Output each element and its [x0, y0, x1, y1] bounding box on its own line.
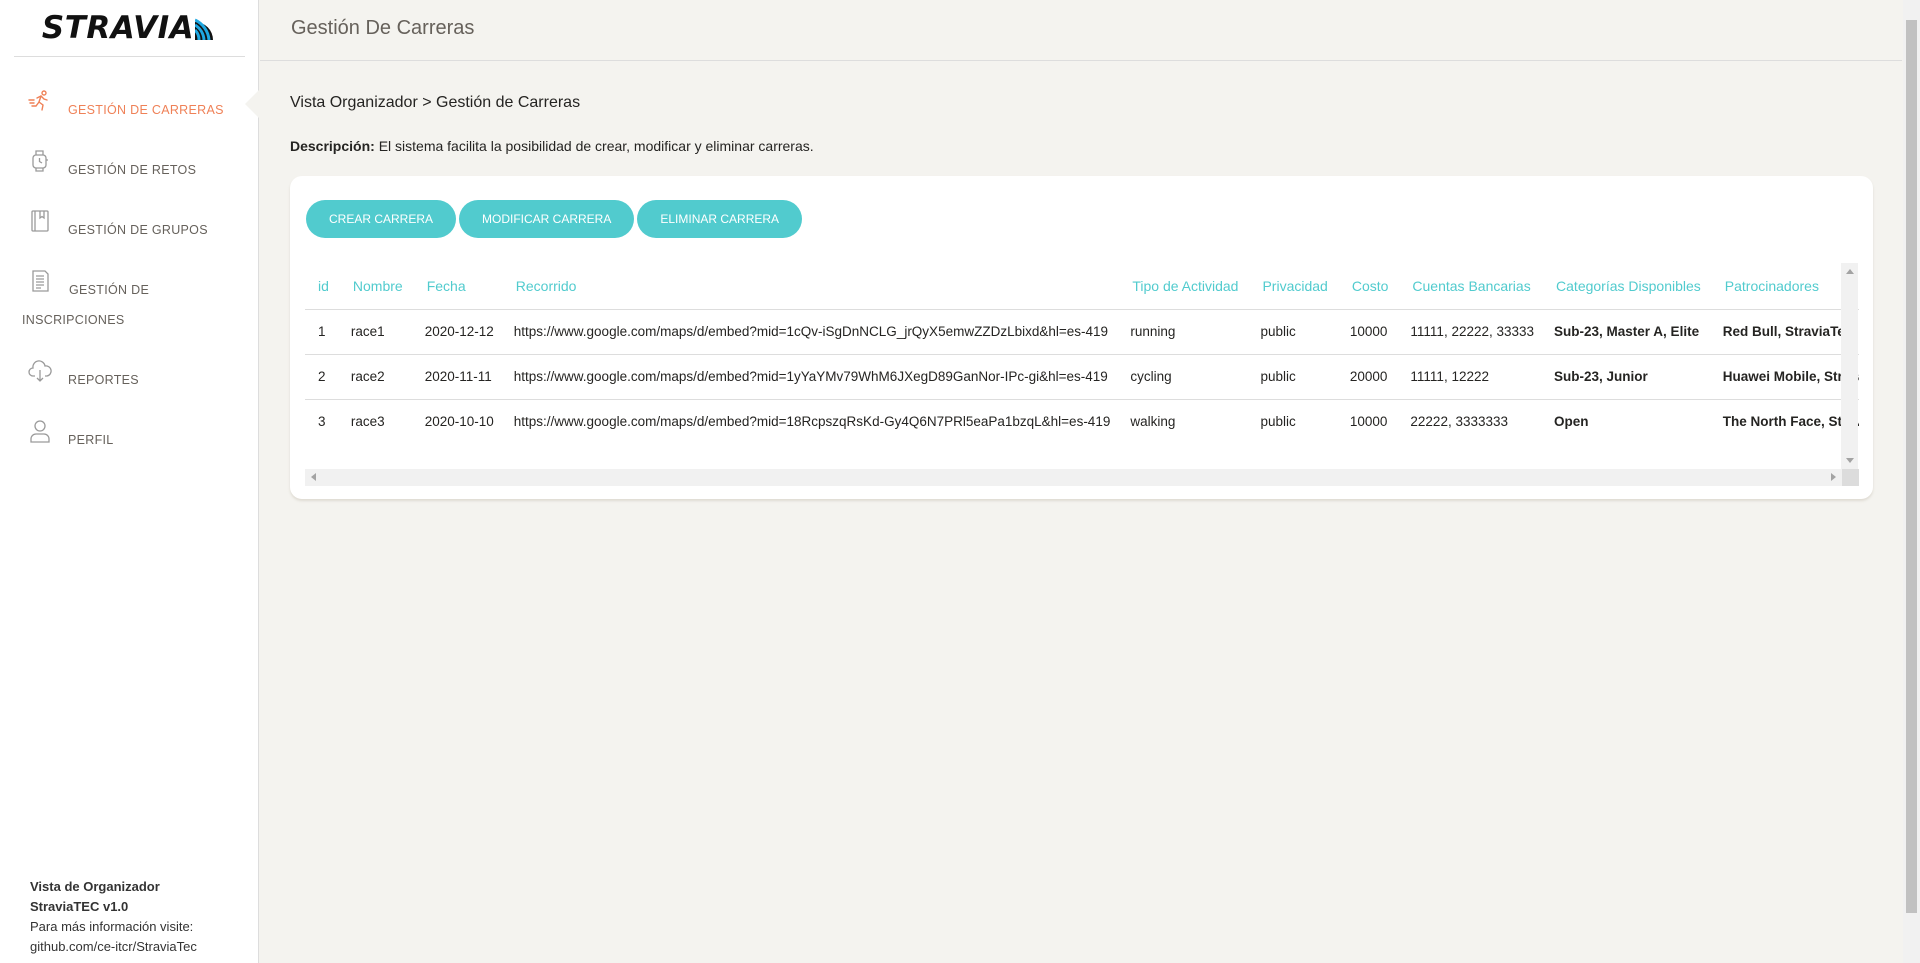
races-card: Crear Carrera Modificar Carrera Eliminar…	[290, 176, 1873, 499]
cell-categorias: Open	[1554, 414, 1589, 430]
sidebar-item-label: Perfil	[68, 433, 114, 447]
cell-privacidad: public	[1260, 414, 1296, 430]
sidebar-item-label: Reportes	[68, 373, 139, 387]
user-icon	[30, 420, 50, 443]
book-icon	[31, 210, 49, 232]
table-row[interactable]: 2 race2 2020-11-11 https://www.google.co…	[305, 354, 1859, 400]
sidebar-item-inscripciones[interactable]: Gestión de Inscripciones	[0, 250, 259, 340]
footer-view-label: Vista de Organizador	[30, 879, 160, 894]
column-header-costo[interactable]: Costo	[1339, 263, 1401, 310]
cell-tipo-actividad: running	[1120, 309, 1251, 355]
column-header-nombre[interactable]: Nombre	[340, 263, 415, 310]
sidebar-item-carreras[interactable]: Gestión de Carreras	[0, 70, 260, 130]
cell-id: 2	[305, 354, 341, 400]
footer-repo-link[interactable]: github.com/ce-itcr/StraviaTec	[30, 937, 197, 957]
cell-cuentas: 11111, 12222	[1400, 354, 1545, 400]
scroll-right-arrow-icon[interactable]	[1831, 473, 1836, 481]
table-horizontal-scrollbar[interactable]	[305, 469, 1842, 486]
column-header-patrocinadores[interactable]: Patrocinadores	[1712, 263, 1859, 310]
cell-id: 3	[318, 414, 326, 430]
scrollbar-corner	[1842, 469, 1859, 486]
watch-icon	[32, 150, 48, 172]
cell-costo: 20000	[1339, 354, 1401, 400]
table-header-row: id Nombre Fecha Recorrido Tipo de Activi…	[305, 263, 1859, 310]
sidebar-item-grupos[interactable]: Gestión de Grupos	[0, 190, 259, 250]
sidebar-item-label: Gestión de Inscripciones	[22, 250, 222, 335]
column-header-id[interactable]: id	[305, 263, 341, 310]
description-text: El sistema facilita la posibilidad de cr…	[374, 138, 814, 154]
sidebar-item-label: Gestión de Retos	[68, 163, 197, 177]
column-header-fecha[interactable]: Fecha	[414, 263, 504, 310]
cell-fecha: 2020-11-11	[414, 354, 504, 400]
action-buttons: Crear Carrera Modificar Carrera Eliminar…	[306, 200, 803, 238]
cell-patrocinadores: Red Bull, StraviaTec	[1712, 309, 1859, 355]
cell-cuentas: 22222, 3333333	[1410, 414, 1509, 430]
column-header-cuentas-bancarias[interactable]: Cuentas Bancarias	[1400, 263, 1545, 310]
runner-icon	[28, 90, 48, 111]
cell-categorias: Sub-23, Master A, Elite	[1544, 309, 1713, 355]
modify-race-button[interactable]: Modificar Carrera	[459, 200, 635, 238]
cell-patrocinadores: Huawei Mobile, Strava	[1712, 354, 1859, 400]
cell-cuentas: 11111, 22222, 33333	[1400, 309, 1545, 355]
cell-recorrido: https://www.google.com/maps/d/embed?mid=…	[513, 414, 1111, 430]
cell-patrocinadores: The North Face, Strava, StraviaTec	[1722, 414, 1859, 430]
races-table: id Nombre Fecha Recorrido Tipo de Activi…	[305, 263, 1859, 444]
sidebar-footer: Vista de Organizador StraviaTEC v1.0 Par…	[30, 877, 197, 957]
scroll-up-arrow-icon[interactable]	[1846, 269, 1854, 274]
column-header-privacidad[interactable]: Privacidad	[1250, 263, 1340, 310]
cell-tipo-actividad: walking	[1130, 414, 1176, 430]
sidebar-item-label-line2: Inscripciones	[22, 313, 125, 327]
column-header-tipo-actividad[interactable]: Tipo de Actividad	[1120, 263, 1251, 310]
cell-id: 1	[305, 309, 341, 355]
cell-recorrido: https://www.google.com/maps/d/embed?mid=…	[503, 354, 1121, 400]
table-row[interactable]: 1 race1 2020-12-12 https://www.google.co…	[305, 309, 1859, 355]
scroll-down-arrow-icon[interactable]	[1846, 458, 1854, 463]
logo-text: STRAVIA	[41, 10, 195, 46]
cell-fecha: 2020-10-10	[424, 414, 494, 430]
cell-recorrido: https://www.google.com/maps/d/embed?mid=…	[503, 309, 1121, 355]
scroll-left-arrow-icon[interactable]	[311, 473, 316, 481]
cell-nombre: race1	[340, 309, 415, 355]
table-row[interactable]: 3 race3 2020-10-10 https://www.google.co…	[305, 399, 1859, 444]
cell-privacidad: public	[1250, 354, 1340, 400]
description: Descripción: El sistema facilita la posi…	[290, 138, 814, 154]
cell-fecha: 2020-12-12	[414, 309, 504, 355]
cell-nombre: race3	[350, 414, 385, 430]
sidebar: STRAVIA Gestión de Carreras	[0, 0, 260, 963]
sidebar-item-retos[interactable]: Gestión de Retos	[0, 130, 259, 190]
table-vertical-scrollbar[interactable]	[1841, 263, 1858, 469]
sidebar-item-reportes[interactable]: Reportes	[0, 340, 259, 400]
sidebar-item-label: Gestión de Carreras	[68, 103, 224, 117]
sidebar-item-label: Gestión de Grupos	[68, 223, 208, 237]
cell-costo: 10000	[1339, 309, 1401, 355]
footer-info-text: Para más información visite:	[30, 919, 194, 934]
footer-version: StraviaTEC v1.0	[30, 899, 129, 914]
races-table-container: id Nombre Fecha Recorrido Tipo de Activi…	[305, 263, 1859, 487]
page-vertical-scrollbar[interactable]	[1903, 0, 1920, 963]
cell-privacidad: public	[1250, 309, 1340, 355]
create-race-button[interactable]: Crear Carrera	[306, 200, 457, 238]
column-header-categorias[interactable]: Categorías Disponibles	[1544, 263, 1713, 310]
sidebar-item-label-line1: Gestión de	[69, 283, 150, 297]
cell-nombre: race2	[340, 354, 415, 400]
page-scrollbar-thumb[interactable]	[1906, 20, 1917, 913]
breadcrumb: Vista Organizador > Gestión de Carreras	[290, 94, 581, 111]
logo[interactable]: STRAVIA	[14, 0, 245, 57]
cell-categorias: Sub-23, Junior	[1544, 354, 1713, 400]
sidebar-nav: Gestión de Carreras Gestión de Retos Ges…	[0, 70, 260, 460]
top-navbar: Gestión De Carreras	[260, 0, 1902, 61]
cloud-download-icon	[28, 360, 52, 382]
page-title: Gestión De Carreras	[291, 17, 475, 39]
column-header-recorrido[interactable]: Recorrido	[503, 263, 1121, 310]
cell-costo: 10000	[1349, 414, 1388, 430]
sidebar-item-perfil[interactable]: Perfil	[0, 400, 259, 460]
logo-signal-icon	[195, 18, 214, 40]
delete-race-button[interactable]: Eliminar Carrera	[637, 200, 803, 238]
description-label: Descripción:	[290, 138, 375, 154]
cell-tipo-actividad: cycling	[1120, 354, 1251, 400]
